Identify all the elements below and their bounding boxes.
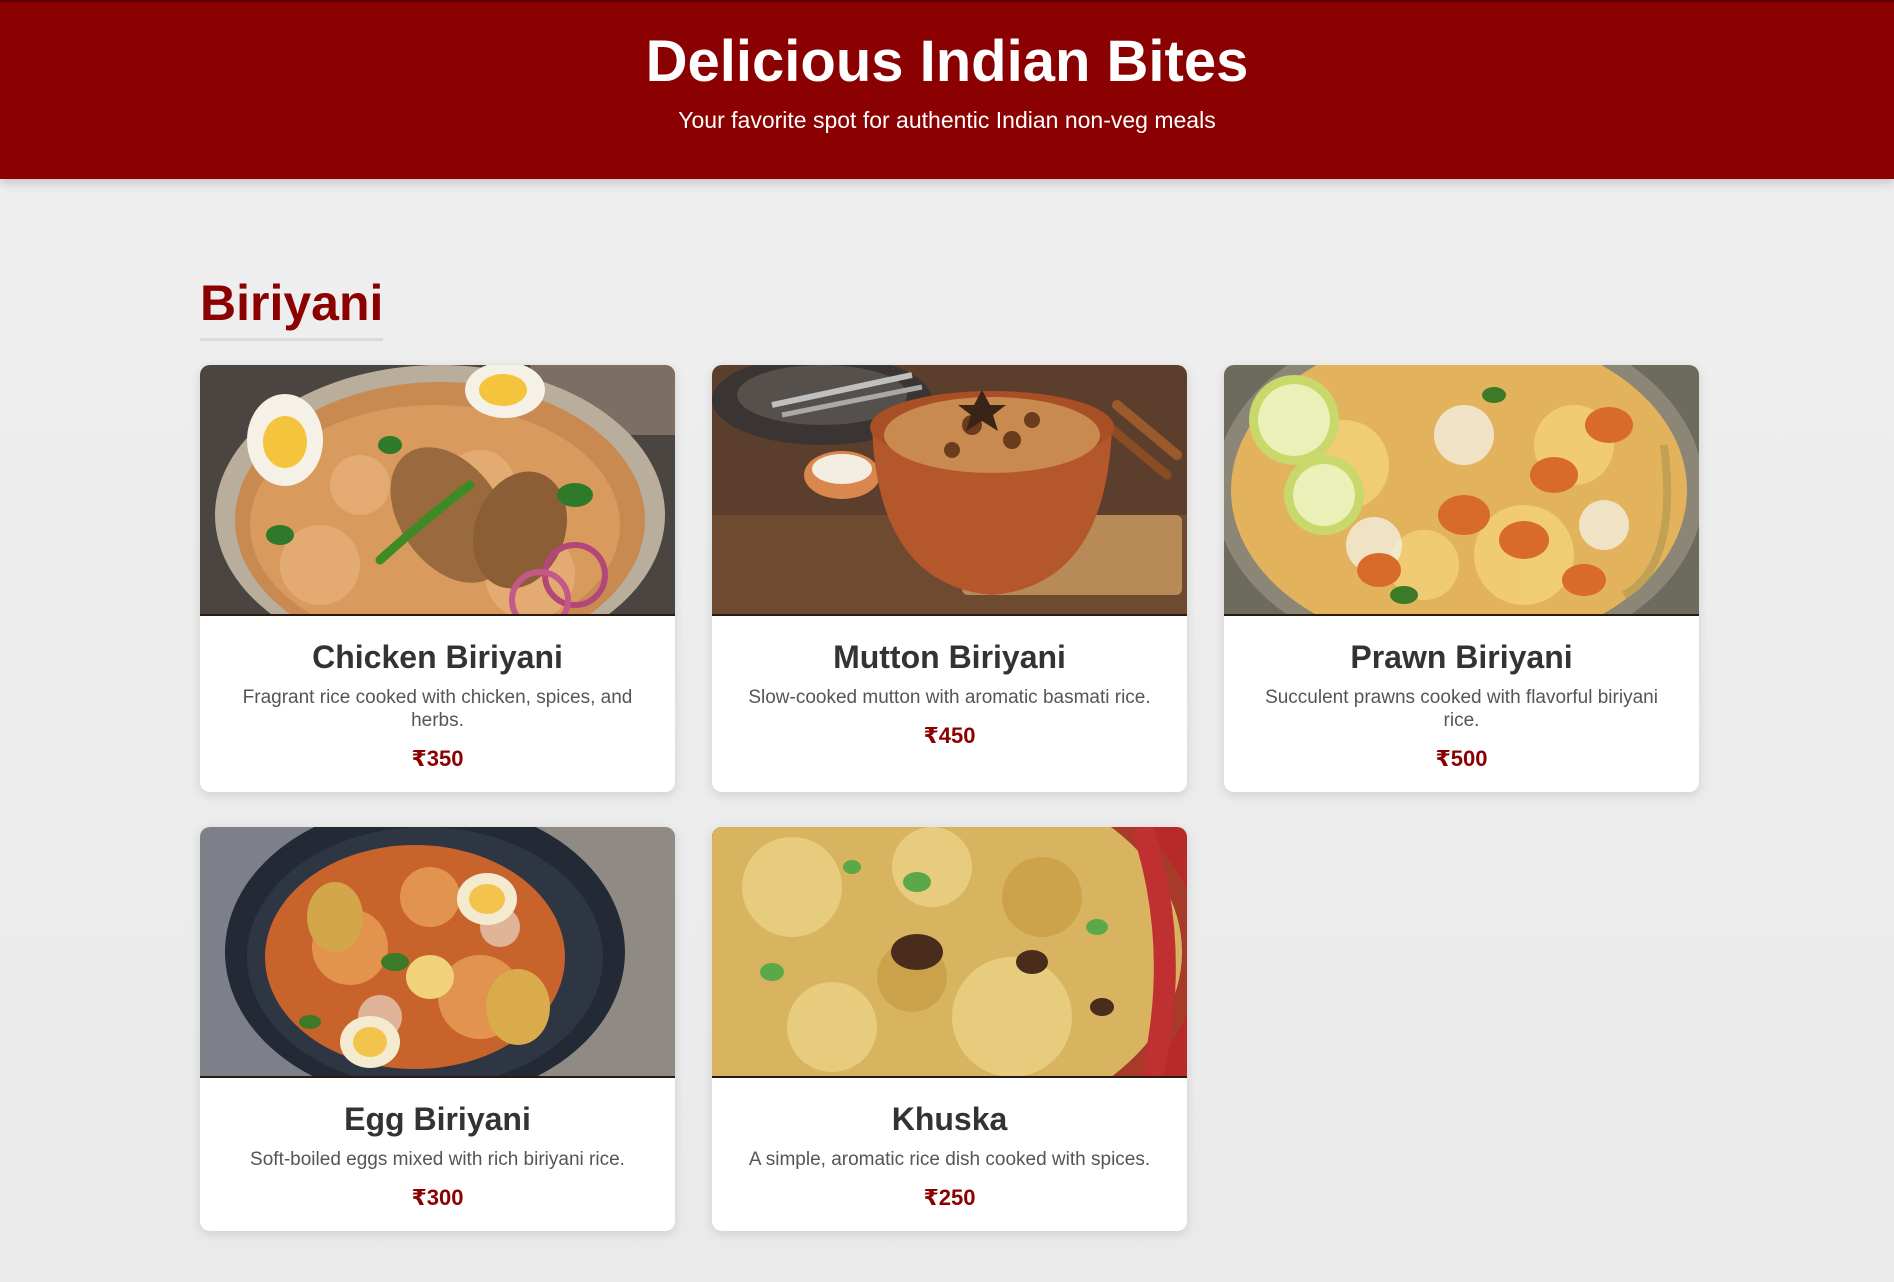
menu-card[interactable]: Chicken Biriyani Fragrant rice cooked wi… [200, 365, 675, 792]
dish-description: A simple, aromatic rice dish cooked with… [748, 1149, 1151, 1170]
dish-description: Fragrant rice cooked with chicken, spice… [242, 687, 633, 731]
card-body: Prawn Biriyani Succulent prawns cooked w… [1224, 616, 1699, 792]
section-title: Biriyani [200, 274, 384, 341]
dish-price: ₹250 [923, 1185, 976, 1210]
site-header: Delicious Indian Bites Your favorite spo… [0, 0, 1894, 179]
dish-photo [200, 365, 675, 616]
dish-name: Egg Biriyani [344, 1101, 531, 1137]
dish-description: Soft-boiled eggs mixed with rich biriyan… [250, 1149, 625, 1170]
card-body: Egg Biriyani Soft-boiled eggs mixed with… [200, 1078, 675, 1231]
dish-description: Slow-cooked mutton with aromatic basmati… [748, 687, 1151, 708]
menu-grid: Chicken Biriyani Fragrant rice cooked wi… [200, 365, 1706, 1231]
dish-photo [200, 827, 675, 1078]
card-body: Mutton Biriyani Slow-cooked mutton with … [712, 616, 1187, 769]
menu-card[interactable]: Khuska A simple, aromatic rice dish cook… [712, 827, 1187, 1231]
dish-name: Prawn Biriyani [1350, 639, 1573, 675]
dish-photo [712, 365, 1187, 616]
dish-name: Khuska [891, 1101, 1008, 1137]
dish-name: Mutton Biriyani [833, 639, 1066, 675]
dish-photo [712, 827, 1187, 1078]
dish-price: ₹500 [1435, 746, 1488, 771]
dish-price: ₹300 [411, 1185, 464, 1210]
dish-description: Succulent prawns cooked with flavorful b… [1265, 687, 1658, 731]
site-title: Delicious Indian Bites [645, 29, 1249, 94]
site-tagline: Your favorite spot for authentic Indian … [678, 107, 1216, 133]
menu-card[interactable]: Egg Biriyani Soft-boiled eggs mixed with… [200, 827, 675, 1231]
menu-card[interactable]: Mutton Biriyani Slow-cooked mutton with … [712, 365, 1187, 792]
dish-photo [1224, 365, 1699, 616]
card-body: Chicken Biriyani Fragrant rice cooked wi… [200, 616, 675, 792]
menu-section-biriyani: Biriyani Chicken Biriyani Fragrant rice … [200, 274, 1706, 1231]
dish-price: ₹350 [411, 746, 464, 771]
dish-price: ₹450 [923, 723, 976, 748]
dish-name: Chicken Biriyani [312, 639, 563, 675]
card-body: Khuska A simple, aromatic rice dish cook… [712, 1078, 1187, 1231]
menu-card[interactable]: Prawn Biriyani Succulent prawns cooked w… [1224, 365, 1699, 792]
